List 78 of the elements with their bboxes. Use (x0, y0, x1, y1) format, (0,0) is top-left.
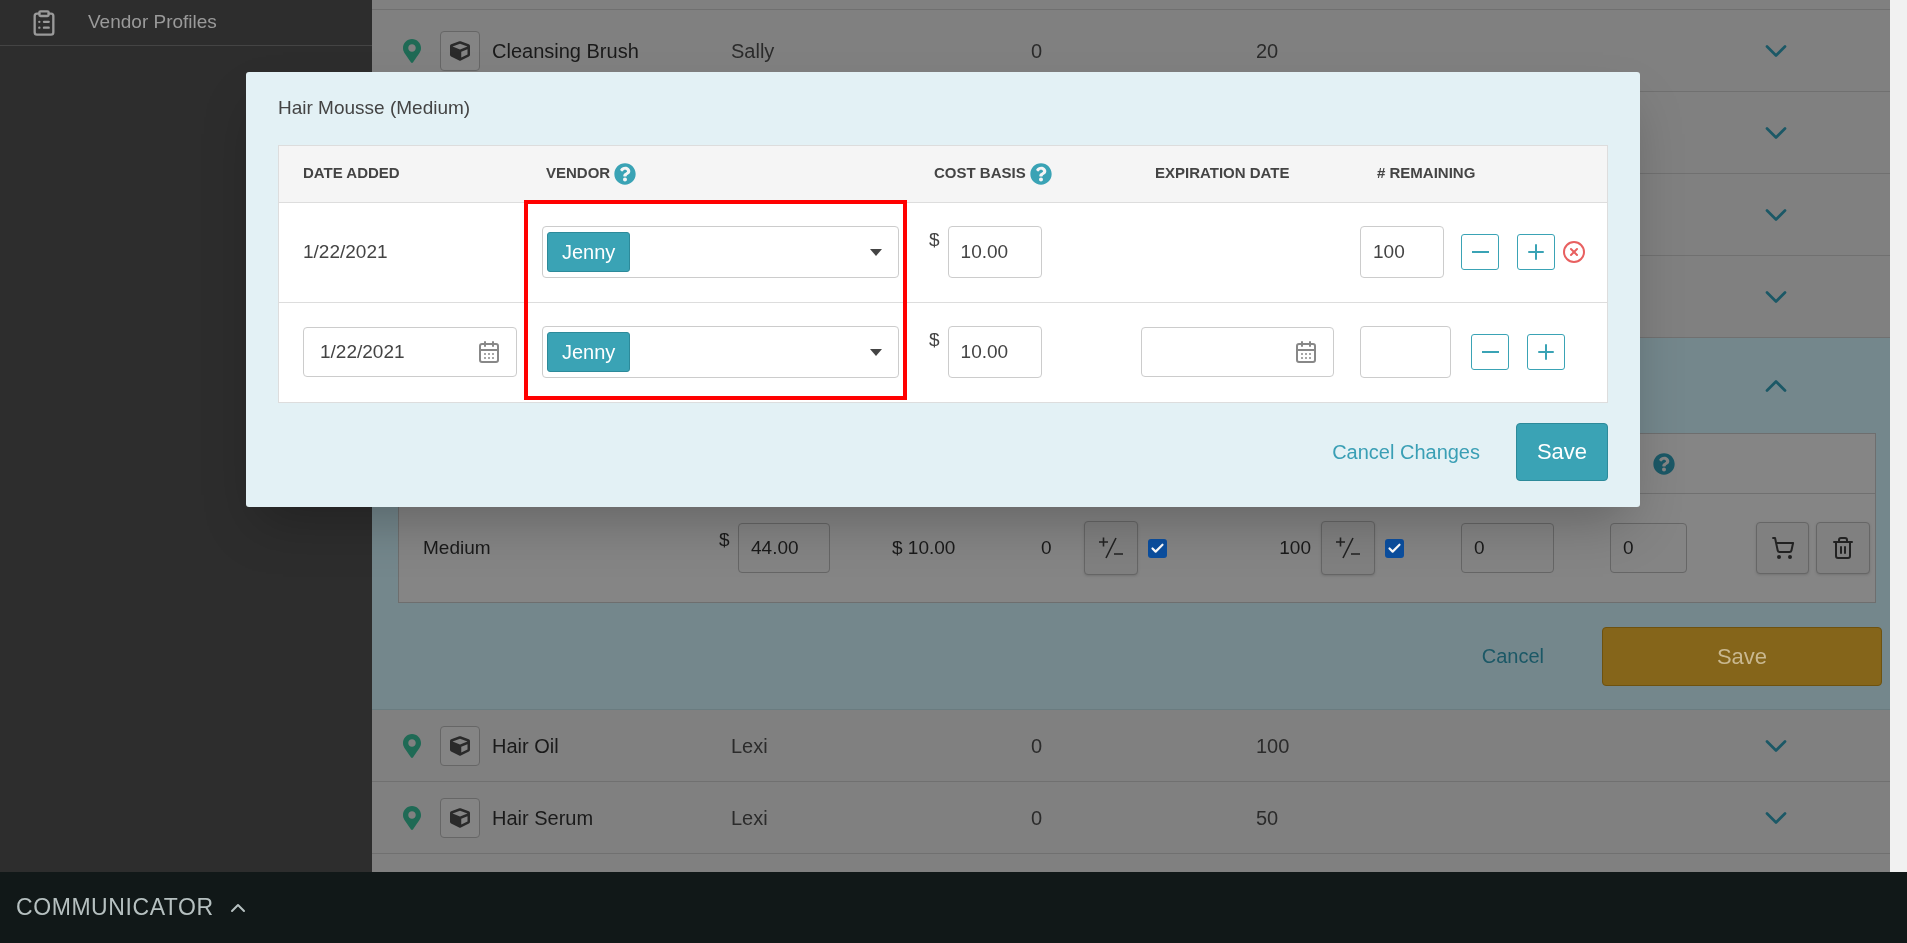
save-button[interactable]: Save (1516, 422, 1608, 481)
product-name: Hair Serum (492, 805, 595, 831)
currency-symbol: $ (719, 528, 731, 552)
checkbox[interactable] (1385, 538, 1404, 558)
help-icon[interactable] (614, 162, 637, 185)
currency-symbol: $ (929, 328, 940, 352)
plus-minus-icon (1333, 535, 1363, 561)
trash-icon (1831, 536, 1855, 560)
cost-basis-field[interactable]: 10.00 (947, 226, 1042, 278)
vendor-name: Lexi (731, 733, 769, 759)
table-cell-text: 100 (1256, 733, 1291, 759)
help-icon[interactable] (1029, 162, 1052, 185)
expiration-date-field[interactable] (1141, 327, 1334, 377)
location-pin-icon (402, 38, 422, 63)
table-cell-text: 0 (1031, 805, 1044, 831)
product-name: Cleansing Brush (492, 38, 640, 64)
increase-button[interactable] (1517, 234, 1555, 270)
currency-symbol: $ (929, 228, 940, 252)
table-cell-text: 50 (1256, 805, 1280, 831)
vendor-select[interactable]: Jenny (542, 226, 899, 278)
table-cell-text: 0 (1031, 38, 1044, 64)
modal-title: Hair Mousse (Medium) (278, 96, 472, 120)
checkbox[interactable] (1148, 538, 1167, 558)
remaining-field[interactable] (1360, 326, 1451, 378)
table-cell-text: 0 (1041, 535, 1053, 560)
cost-value: $ 10.00 (892, 535, 957, 560)
table-cell-text: 0 (1031, 733, 1044, 759)
decrease-button[interactable] (1471, 334, 1509, 370)
decrease-button[interactable] (1461, 234, 1499, 270)
column-header: VENDOR (546, 163, 611, 184)
cancel-changes-link[interactable]: Cancel Changes (1332, 436, 1480, 467)
adjust-button[interactable] (1084, 521, 1138, 575)
input-field[interactable]: 0 (1461, 523, 1554, 573)
location-pin-icon (402, 805, 422, 830)
input-field[interactable]: 0 (1610, 523, 1687, 573)
dropdown-caret-icon (870, 248, 882, 256)
minus-icon (1471, 251, 1489, 253)
cost-basis-field[interactable]: 10.00 (947, 326, 1042, 378)
cart-button[interactable] (1756, 522, 1809, 574)
remaining-field[interactable]: 100 (1360, 226, 1444, 278)
variant-name: Medium (423, 535, 492, 560)
date-added: 1/22/2021 (303, 240, 388, 262)
table-cell-text: 20 (1256, 38, 1280, 64)
column-header: DATE ADDED (303, 163, 400, 184)
vendor-tag: Jenny (547, 332, 631, 372)
dropdown-caret-icon (870, 348, 882, 356)
minus-icon (1481, 351, 1499, 353)
cube-icon (450, 807, 470, 828)
delete-button[interactable] (1816, 522, 1870, 574)
cube-icon (450, 40, 470, 61)
sidebar-item[interactable]: Vendor Profiles (0, 0, 372, 46)
column-header: COST BASIS (934, 163, 1026, 184)
column-header: EXPIRATION DATE (1155, 163, 1290, 184)
location-pin-icon (402, 733, 422, 758)
calendar-icon[interactable] (1294, 340, 1318, 364)
product-icon-button[interactable] (440, 30, 480, 71)
remove-icon[interactable] (1562, 240, 1586, 264)
vendor-name: Sally (731, 38, 776, 64)
date-field[interactable]: 1/22/2021 (303, 327, 517, 377)
column-header: # REMAINING (1377, 163, 1476, 184)
help-icon[interactable] (1653, 452, 1675, 475)
table-cell-text: 100 (1278, 535, 1311, 560)
input-field[interactable]: 44.00 (738, 523, 830, 573)
adjust-button[interactable] (1321, 521, 1375, 575)
calendar-icon[interactable] (477, 340, 501, 364)
cube-icon (450, 735, 470, 756)
product-name: Hair Oil (492, 733, 560, 759)
product-icon-button[interactable] (440, 797, 480, 838)
save-button[interactable]: Save (1602, 626, 1882, 686)
vendor-name: Lexi (731, 805, 769, 831)
communicator-label[interactable]: COMMUNICATOR (16, 890, 214, 925)
scrollbar[interactable] (1890, 0, 1907, 872)
plus-minus-icon (1096, 535, 1126, 561)
cart-icon (1770, 536, 1795, 560)
vendor-select[interactable]: Jenny (542, 326, 899, 378)
increase-button[interactable] (1527, 334, 1565, 370)
vendor-tag: Jenny (547, 232, 631, 272)
product-icon-button[interactable] (440, 725, 480, 766)
